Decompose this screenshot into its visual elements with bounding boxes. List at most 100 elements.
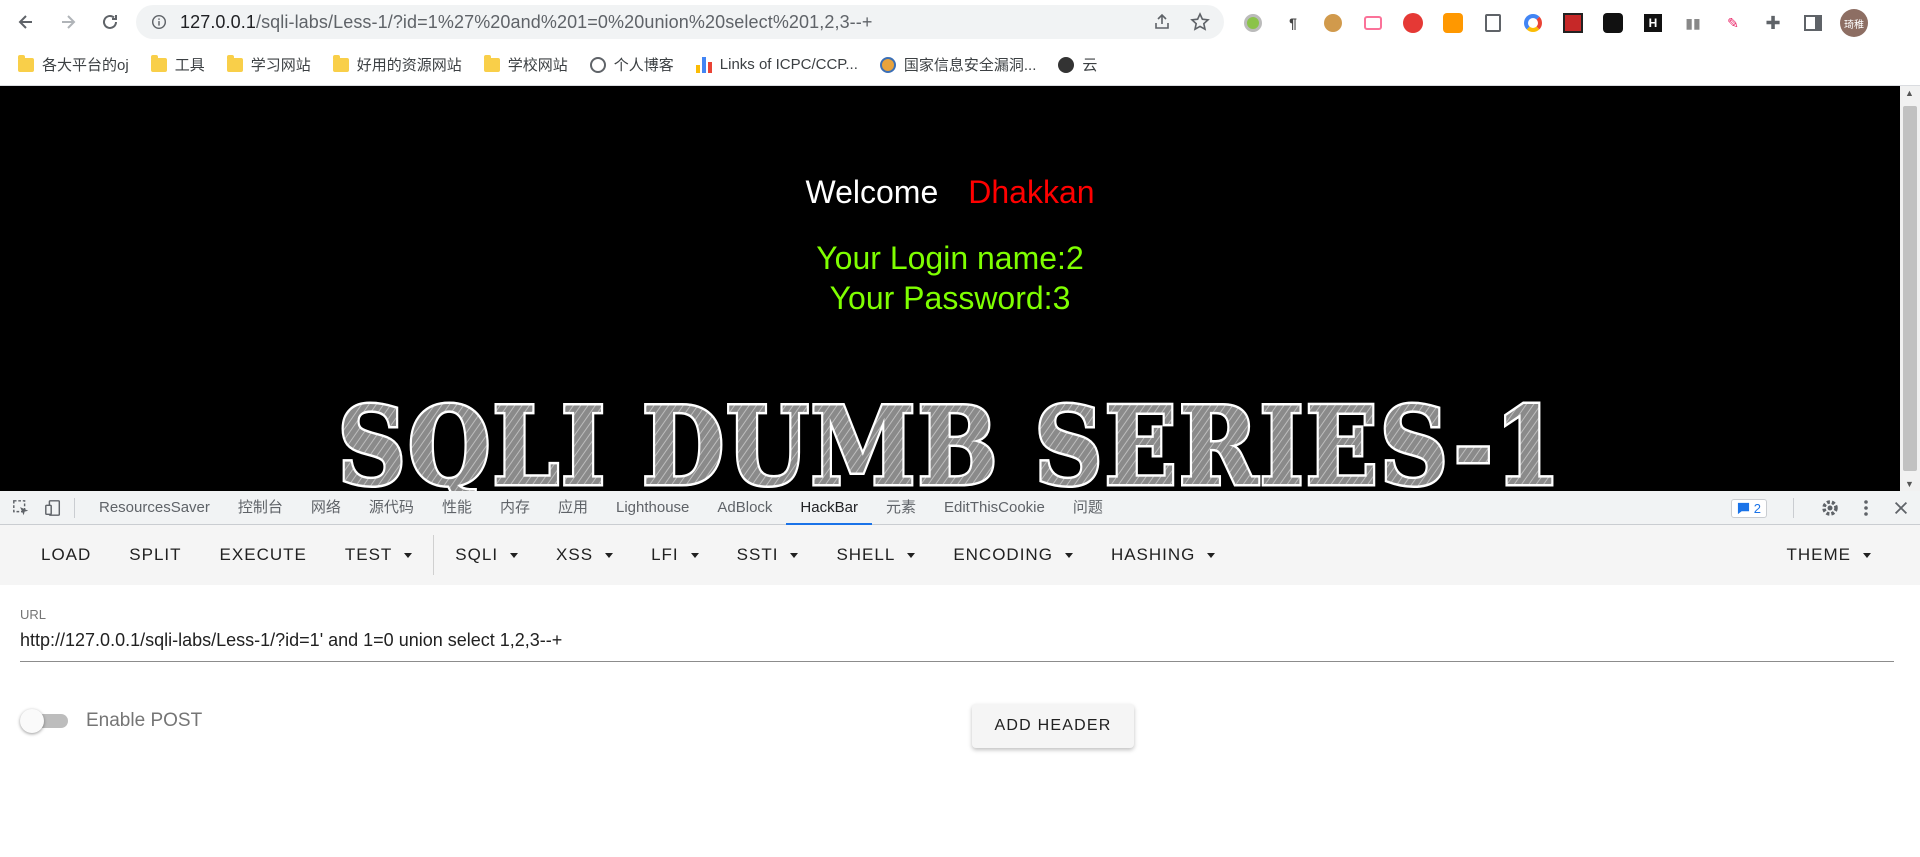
- extension-cookie-icon[interactable]: [1320, 10, 1346, 36]
- caret-down-icon: [690, 552, 699, 558]
- bookmark-blog[interactable]: 个人博客: [589, 54, 674, 75]
- load-button[interactable]: LOAD: [22, 545, 110, 565]
- sqli-menu[interactable]: SQLI: [436, 545, 537, 565]
- tab-sources[interactable]: 源代码: [355, 491, 428, 525]
- extension-pencil-icon[interactable]: ✎: [1720, 10, 1746, 36]
- bookmarks-bar: 各大平台的oj 工具 学习网站 好用的资源网站 学校网站 个人博客 Links …: [0, 44, 1920, 86]
- device-toolbar-icon[interactable]: [42, 497, 64, 519]
- folder-icon: [150, 54, 167, 72]
- gear-icon[interactable]: [1820, 498, 1840, 518]
- extension-bars-icon[interactable]: ▮▮: [1680, 10, 1706, 36]
- cnvd-logo-icon: [879, 56, 896, 73]
- extension-pilcrow-icon[interactable]: ¶: [1280, 10, 1306, 36]
- enable-post-toggle[interactable]: [20, 709, 68, 733]
- tab-performance[interactable]: 性能: [428, 491, 486, 525]
- enable-post-label: Enable POST: [86, 710, 203, 731]
- extensions-puzzle-icon[interactable]: ✚: [1760, 10, 1786, 36]
- bookmark-study[interactable]: 学习网站: [226, 54, 311, 75]
- scroll-up-icon[interactable]: ▲: [1905, 88, 1914, 98]
- caret-down-icon: [605, 552, 614, 558]
- bookmark-label: 国家信息安全漏洞...: [903, 57, 1037, 74]
- inspect-element-icon[interactable]: [10, 497, 32, 519]
- bookmark-resources[interactable]: 好用的资源网站: [332, 54, 462, 75]
- devtools-tabbar: ResourcesSaver 控制台 网络 源代码 性能 内存 应用 Light…: [0, 491, 1920, 525]
- bookmark-cloud[interactable]: 云: [1058, 54, 1097, 75]
- back-button[interactable]: [10, 6, 42, 38]
- tab-memory[interactable]: 内存: [486, 491, 544, 525]
- bookmark-label: 云: [1082, 57, 1098, 74]
- folder-icon: [483, 54, 500, 72]
- address-url: 127.0.0.1/sqli-labs/Less-1/?id=1%27%20an…: [180, 12, 873, 33]
- tab-console[interactable]: 控制台: [224, 491, 297, 525]
- bookmark-tools[interactable]: 工具: [150, 54, 205, 75]
- more-vertical-icon[interactable]: [1856, 498, 1876, 518]
- bookmark-oj[interactable]: 各大平台的oj: [18, 54, 129, 75]
- tab-application[interactable]: 应用: [544, 491, 602, 525]
- xss-menu[interactable]: XSS: [537, 545, 632, 565]
- ssti-menu[interactable]: SSTI: [718, 545, 818, 565]
- close-icon[interactable]: [1892, 499, 1910, 517]
- extension-bilibili-icon[interactable]: [1360, 10, 1386, 36]
- caret-down-icon: [510, 552, 519, 558]
- test-label: TEST: [344, 545, 393, 564]
- scroll-thumb[interactable]: [1903, 106, 1917, 471]
- extension-h-icon[interactable]: H: [1640, 10, 1666, 36]
- globe-icon: [589, 56, 606, 73]
- address-bar[interactable]: 127.0.0.1/sqli-labs/Less-1/?id=1%27%20an…: [136, 5, 1224, 39]
- add-header-button[interactable]: ADD HEADER: [972, 704, 1134, 748]
- info-icon: [151, 14, 167, 30]
- tab-hackbar[interactable]: HackBar: [786, 491, 872, 525]
- execute-button[interactable]: EXECUTE: [201, 545, 326, 565]
- tab-resourcessaver[interactable]: ResourcesSaver: [85, 491, 224, 525]
- tab-lighthouse[interactable]: Lighthouse: [602, 491, 703, 525]
- bookmark-school[interactable]: 学校网站: [483, 54, 568, 75]
- cloud-logo-icon: [1058, 56, 1075, 73]
- hashing-menu[interactable]: HASHING: [1092, 545, 1234, 565]
- tab-network[interactable]: 网络: [297, 491, 355, 525]
- extension-red-square-icon[interactable]: [1560, 10, 1586, 36]
- toolbar-divider: [433, 535, 435, 575]
- extension-copy-icon[interactable]: [1480, 10, 1506, 36]
- bookmark-icpc[interactable]: Links of ICPC/CCP...: [695, 56, 858, 73]
- tab-separator: [1793, 498, 1794, 518]
- test-menu[interactable]: TEST: [326, 545, 431, 565]
- tab-elements[interactable]: 元素: [872, 491, 930, 525]
- banner-title: SQLI DUMB SERIES-1: [338, 386, 1563, 491]
- lfi-menu[interactable]: LFI: [632, 545, 718, 565]
- reload-icon: [103, 14, 117, 29]
- caret-down-icon: [907, 552, 916, 558]
- bookmark-star-icon[interactable]: [1190, 12, 1210, 32]
- sqli-label: SQLI: [455, 545, 499, 564]
- url-field-group: URL: [20, 607, 1894, 662]
- encoding-menu[interactable]: ENCODING: [934, 545, 1092, 565]
- tab-adblock[interactable]: AdBlock: [703, 491, 786, 525]
- extension-green-dot-icon[interactable]: [1240, 10, 1266, 36]
- tab-issues[interactable]: 问题: [1059, 491, 1117, 525]
- enable-post-row: Enable POST: [20, 709, 202, 733]
- extension-color-ring-icon[interactable]: [1520, 10, 1546, 36]
- hashing-label: HASHING: [1110, 545, 1196, 564]
- page-scrollbar[interactable]: ▲ ▼: [1900, 86, 1920, 491]
- avatar[interactable]: 琦稚: [1840, 9, 1868, 37]
- forward-button[interactable]: [52, 6, 84, 38]
- ssti-label: SSTI: [736, 545, 779, 564]
- tab-separator: [74, 497, 75, 518]
- extension-orange-icon[interactable]: [1440, 10, 1466, 36]
- shell-menu[interactable]: SHELL: [817, 545, 934, 565]
- tab-editthiscookie[interactable]: EditThisCookie: [930, 491, 1059, 525]
- bookmark-label: 个人博客: [613, 57, 674, 74]
- url-host: 127.0.0.1: [180, 11, 256, 32]
- folder-icon: [226, 54, 243, 72]
- scroll-down-icon[interactable]: ▼: [1905, 479, 1914, 489]
- share-icon[interactable]: [1152, 12, 1172, 32]
- message-icon: [1737, 502, 1749, 514]
- bookmark-cnvd[interactable]: 国家信息安全漏洞...: [879, 54, 1037, 75]
- theme-menu[interactable]: THEME: [1768, 545, 1891, 565]
- reload-button[interactable]: [94, 6, 126, 38]
- side-panel-icon[interactable]: [1800, 10, 1826, 36]
- split-button[interactable]: SPLIT: [110, 545, 200, 565]
- extension-red-hand-icon[interactable]: [1400, 10, 1426, 36]
- extension-tampermonkey-icon[interactable]: [1600, 10, 1626, 36]
- url-input[interactable]: [20, 626, 1894, 662]
- issues-badge[interactable]: 2: [1730, 498, 1767, 518]
